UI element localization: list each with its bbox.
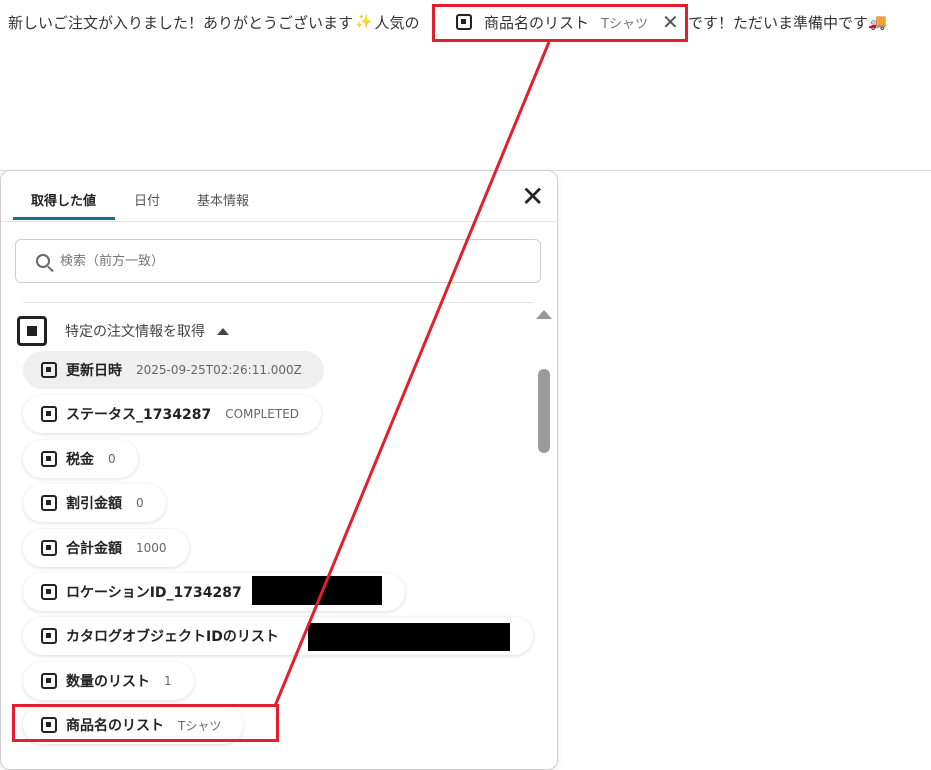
connector-line (273, 41, 551, 707)
connector-arrow (273, 41, 551, 707)
